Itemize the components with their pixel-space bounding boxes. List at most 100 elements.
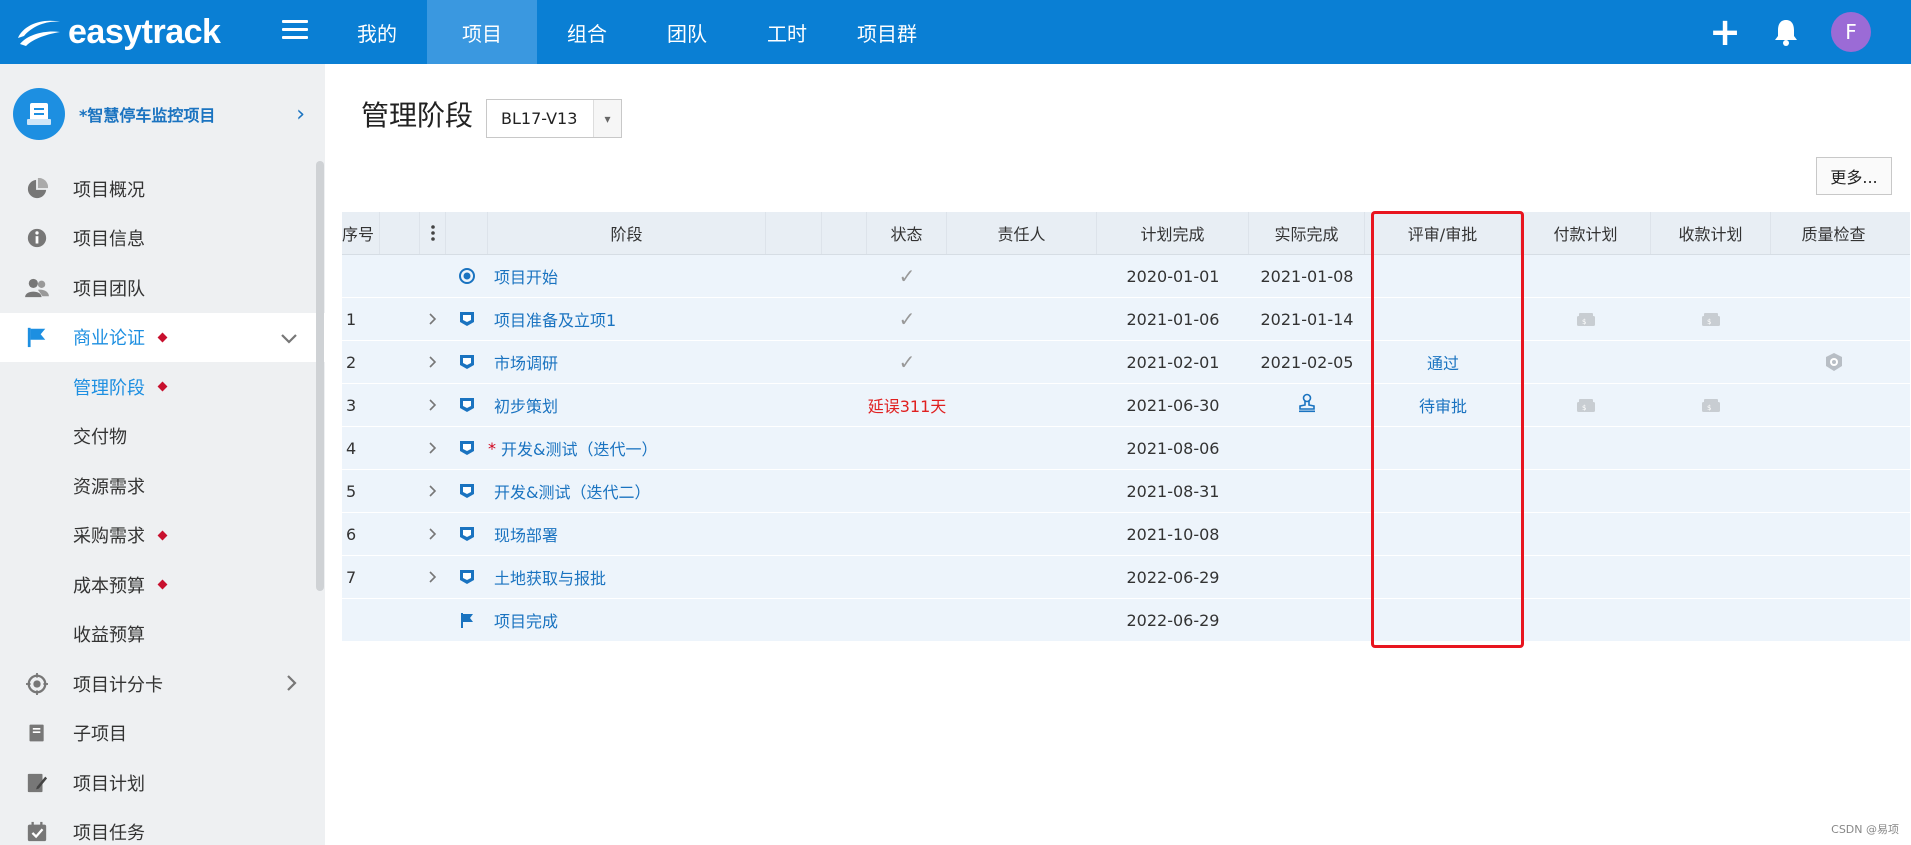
sidebar-item[interactable]: 项目计分卡 <box>0 659 325 709</box>
stage-link[interactable]: 项目开始 <box>494 264 558 288</box>
row-seq <box>342 255 380 297</box>
sidebar-item[interactable]: 项目概况 <box>0 164 325 214</box>
chevron-right-icon[interactable]: › <box>296 102 305 127</box>
easytrack-logo[interactable]: easytrack <box>14 8 221 56</box>
expand-chevron-icon[interactable] <box>420 298 446 340</box>
version-select[interactable]: BL17-V13 ▾ <box>486 99 622 138</box>
edit-icon <box>24 770 50 796</box>
sidebar-item[interactable]: 收益预算 <box>0 610 325 660</box>
chevron-down-icon[interactable] <box>281 325 297 349</box>
stage-link[interactable]: 土地获取与报批 <box>494 565 606 589</box>
nav-tab[interactable]: 项目 <box>427 0 537 64</box>
expand-chevron-icon[interactable] <box>420 513 446 555</box>
stamp-icon[interactable] <box>1298 393 1316 417</box>
expand-chevron-icon[interactable] <box>420 384 446 426</box>
pay-cell <box>1521 255 1651 297</box>
qc-cell <box>1771 470 1896 512</box>
table-row[interactable]: 项目完成 2022-06-29 <box>342 599 1910 642</box>
expand-chevron-icon[interactable] <box>420 556 446 598</box>
nav-tab[interactable]: 项目群 <box>837 0 937 64</box>
table-row[interactable]: 2 市场调研 ✓ 2021-02-01 2021-02-05 通过 <box>342 341 1910 384</box>
sidebar-item[interactable]: 项目团队 <box>0 263 325 313</box>
sidebar-item-label: 项目团队 <box>73 278 145 300</box>
sidebar-item-label: 项目计划 <box>73 773 145 795</box>
stage-link[interactable]: 市场调研 <box>494 350 558 374</box>
hamburger-menu-icon[interactable] <box>282 20 308 44</box>
sidebar-item[interactable]: 采购需求 <box>0 511 325 561</box>
stage-cell[interactable]: 项目准备及立项1 <box>488 298 766 340</box>
sidebar-item[interactable]: 成本预算 <box>0 560 325 610</box>
stage-cell[interactable]: 现场部署 <box>488 513 766 555</box>
row-blank <box>380 427 420 469</box>
sidebar-item[interactable]: 资源需求 <box>0 461 325 511</box>
row-seq <box>342 599 380 641</box>
sidebar-scrollbar[interactable] <box>316 161 324 591</box>
table-row[interactable]: 7 土地获取与报批 2022-06-29 <box>342 556 1910 599</box>
user-avatar[interactable]: F <box>1831 12 1871 52</box>
required-dot-icon <box>157 530 168 541</box>
stage-link[interactable]: 项目完成 <box>494 608 558 632</box>
review-status-link[interactable]: 待审批 <box>1419 393 1467 417</box>
stage-link[interactable]: 现场部署 <box>494 522 558 546</box>
svg-text:$: $ <box>1707 404 1711 412</box>
stage-cell[interactable]: 开发&测试（迭代二） <box>488 470 766 512</box>
sidebar-item[interactable]: 项目任务 <box>0 808 325 845</box>
sidebar-item[interactable]: 子项目 <box>0 709 325 759</box>
sidebar-item-label: 商业论证 <box>73 328 145 350</box>
payment-plan-icon[interactable]: $ <box>1521 384 1651 426</box>
nav-tab[interactable]: 工时 <box>737 0 837 64</box>
table-row[interactable]: 3 初步策划 延误311天 2021-06-30 待审批 $ $ <box>342 384 1910 427</box>
plan-date: 2021-08-06 <box>1126 438 1220 458</box>
table-row[interactable]: 5 开发&测试（迭代二） 2021-08-31 <box>342 470 1910 513</box>
stage-link[interactable]: 项目准备及立项1 <box>494 307 616 331</box>
table-row[interactable]: 项目开始 ✓ 2020-01-01 2021-01-08 <box>342 255 1910 298</box>
stage-cell[interactable]: 项目完成 <box>488 599 766 641</box>
stage-cell[interactable]: 项目开始 <box>488 255 766 297</box>
review-status-link[interactable]: 通过 <box>1427 350 1459 374</box>
stage-link[interactable]: 开发&测试（迭代二） <box>494 479 650 503</box>
actual-date: 2021-01-14 <box>1260 309 1354 329</box>
chevron-down-icon[interactable]: ▾ <box>593 100 621 137</box>
sidebar-item[interactable]: 管理阶段 <box>0 362 325 412</box>
stage-link[interactable]: 开发&测试（迭代一） <box>501 436 657 460</box>
owner-cell <box>947 556 1097 598</box>
main-nav: 我的 项目 组合 团队 工时 项目群 <box>327 0 937 64</box>
stage-cell[interactable]: 初步策划 <box>488 384 766 426</box>
nav-tab[interactable]: 组合 <box>537 0 637 64</box>
table-row[interactable]: 4 * 开发&测试（迭代一） 2021-08-06 <box>342 427 1910 470</box>
notification-bell-icon[interactable] <box>1773 18 1799 46</box>
table-row[interactable]: 1 项目准备及立项1 ✓ 2021-01-06 2021-01-14 $ $ <box>342 298 1910 341</box>
sidebar-item[interactable]: 项目信息 <box>0 214 325 264</box>
table-row[interactable]: 6 现场部署 2021-10-08 <box>342 513 1910 556</box>
stage-cell[interactable]: 土地获取与报批 <box>488 556 766 598</box>
row-blank <box>380 470 420 512</box>
stage-link[interactable]: 初步策划 <box>494 393 558 417</box>
actual-date[interactable] <box>1249 384 1365 426</box>
project-selector[interactable]: *智慧停车监控项目 › <box>0 64 325 164</box>
logo-text: easytrack <box>68 12 221 51</box>
quality-check-icon[interactable] <box>1771 341 1896 383</box>
sidebar-item[interactable]: 商业论证 <box>0 312 325 362</box>
review-cell[interactable]: 待审批 <box>1365 384 1521 426</box>
nav-tab[interactable]: 团队 <box>637 0 737 64</box>
payment-plan-icon[interactable]: $ <box>1521 298 1651 340</box>
sidebar-item[interactable]: 交付物 <box>0 412 325 462</box>
row-seq-text: 2 <box>346 352 357 372</box>
row-seq: 6 <box>342 513 380 555</box>
phase-icon <box>446 341 488 383</box>
receipt-plan-icon[interactable]: $ <box>1651 384 1771 426</box>
receipt-plan-icon[interactable]: $ <box>1651 298 1771 340</box>
add-icon[interactable]: + <box>1709 13 1741 51</box>
nav-tab[interactable]: 我的 <box>327 0 427 64</box>
stage-cell[interactable]: * 开发&测试（迭代一） <box>488 427 766 469</box>
row-blank <box>766 384 822 426</box>
sidebar-item[interactable]: 项目计划 <box>0 758 325 808</box>
expand-chevron-icon[interactable] <box>420 341 446 383</box>
chevron-right-icon[interactable] <box>287 672 297 696</box>
expand-chevron-icon[interactable] <box>420 470 446 512</box>
more-button[interactable]: 更多... <box>1816 157 1892 195</box>
expand-chevron-icon[interactable] <box>420 427 446 469</box>
stage-cell[interactable]: 市场调研 <box>488 341 766 383</box>
review-cell[interactable]: 通过 <box>1365 341 1521 383</box>
column-options-icon[interactable] <box>420 212 446 254</box>
